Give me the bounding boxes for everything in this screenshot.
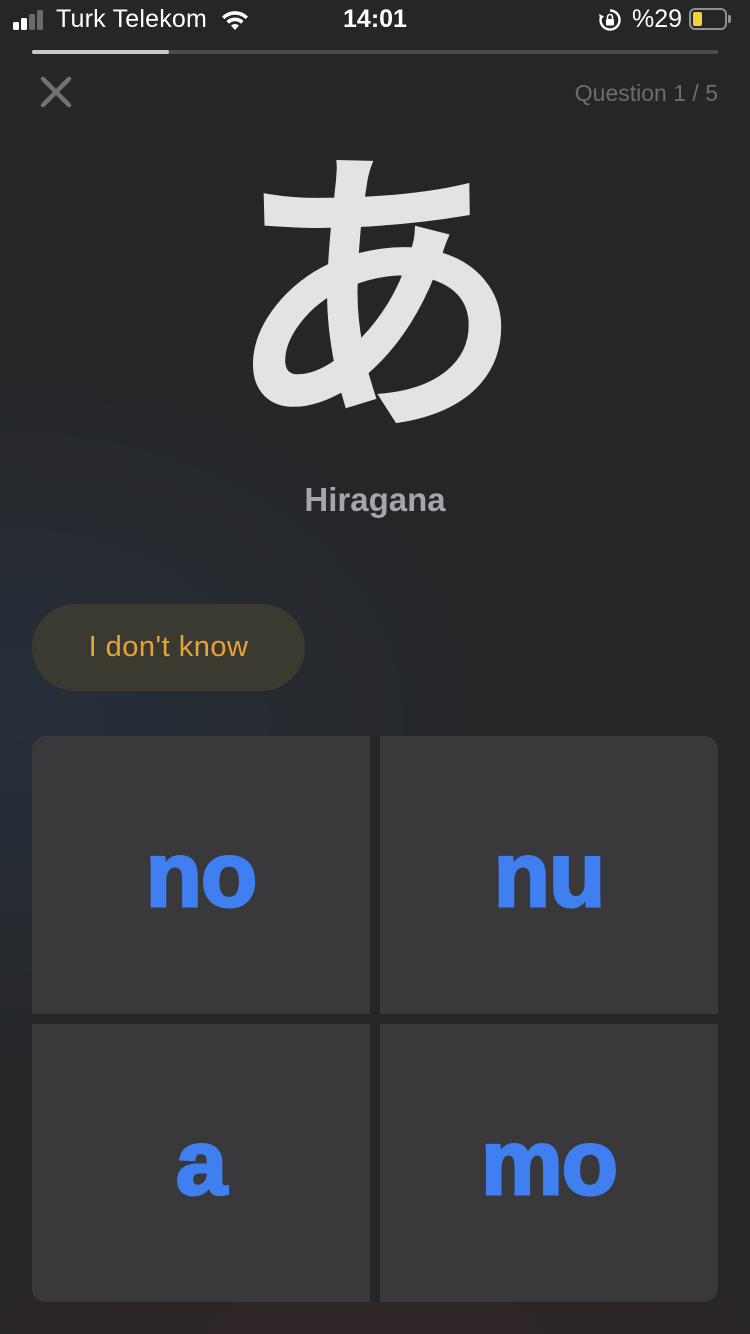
answer-label: nu [492, 822, 606, 927]
answer-label: no [144, 822, 258, 927]
answer-label: mo [480, 1110, 620, 1215]
close-icon [40, 76, 72, 108]
answer-option-nu[interactable]: nu [380, 736, 718, 1014]
battery-percent: %29 [632, 5, 683, 33]
question-counter: Question 1 / 5 [574, 80, 718, 106]
answer-option-mo[interactable]: mo [380, 1024, 718, 1302]
battery-icon [689, 8, 733, 32]
answer-grid: no nu a mo [32, 736, 718, 1302]
answer-option-a[interactable]: a [32, 1024, 370, 1302]
quiz-progress-fill [32, 50, 170, 54]
rotation-lock-icon [599, 9, 621, 31]
script-label: Hiragana [304, 481, 446, 518]
quiz-progress-bar [32, 50, 718, 54]
answer-option-no[interactable]: no [32, 736, 370, 1014]
close-button[interactable] [36, 72, 76, 112]
dont-know-button[interactable]: I don't know [32, 604, 305, 691]
status-bar: Turk Telekom 14:01 %29 [0, 0, 750, 40]
answer-label: a [174, 1110, 228, 1215]
kana-character: あ [225, 125, 525, 474]
